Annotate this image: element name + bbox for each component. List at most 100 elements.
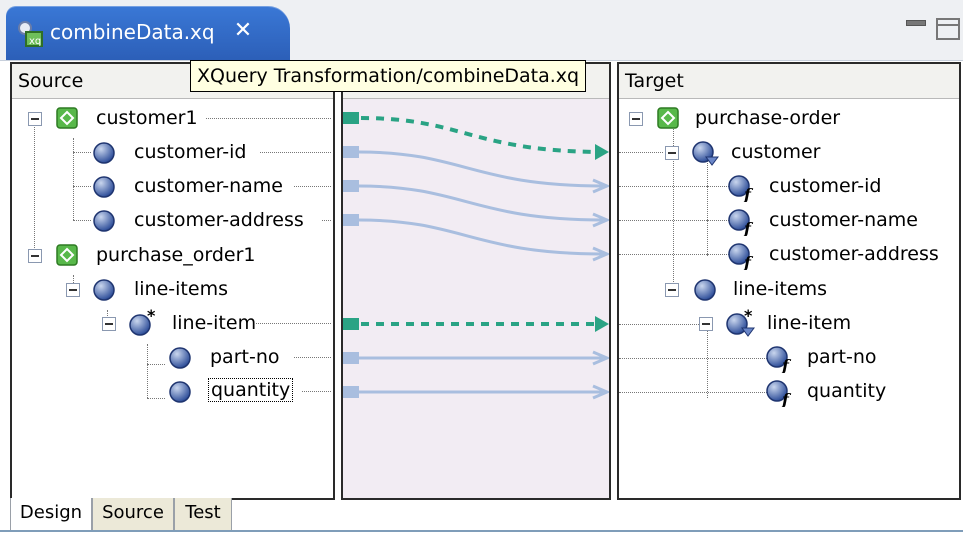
filtered-element-icon [692, 141, 719, 166]
element-icon [56, 244, 78, 266]
source-node-line-item[interactable]: * line-item [12, 309, 332, 339]
link-anchor-icon [343, 180, 359, 192]
link-anchor-icon [343, 146, 359, 158]
collapse-toggle-icon[interactable] [28, 112, 42, 126]
target-node-label: line-item [767, 312, 852, 334]
bottom-border [0, 530, 963, 532]
target-tree: purchase-order customer f customer-id f … [619, 100, 959, 498]
svg-text:f: f [781, 390, 792, 407]
tab-test[interactable]: Test [174, 498, 232, 531]
link-anchor-icon [343, 386, 359, 398]
arrow-icon [595, 144, 609, 160]
link-anchor-icon [343, 318, 359, 330]
target-node-purchase-order[interactable]: purchase-order [619, 104, 957, 134]
function-node-icon: f [728, 209, 754, 236]
attribute-icon [169, 381, 191, 403]
source-node-label: line-items [134, 278, 228, 300]
function-node-icon: f [766, 346, 792, 373]
source-node-label: customer-address [134, 209, 304, 231]
target-node-label: quantity [807, 380, 887, 402]
attribute-icon [93, 279, 115, 301]
attribute-icon [93, 142, 115, 164]
source-node-label: customer-name [134, 175, 283, 197]
source-node-customer-id[interactable]: customer-id [12, 138, 332, 168]
target-node-label: customer-address [769, 243, 939, 265]
attribute-icon [169, 347, 191, 369]
svg-text:*: * [744, 309, 753, 325]
svg-text:xq: xq [29, 36, 41, 47]
svg-text:f: f [743, 219, 754, 236]
editor-tab-title: combineData.xq [50, 20, 215, 44]
maximize-icon[interactable] [936, 18, 960, 40]
source-node-line-items[interactable]: line-items [12, 275, 332, 305]
target-node-customer[interactable]: customer [619, 138, 957, 168]
tab-design[interactable]: Design [10, 498, 92, 531]
tab-source[interactable]: Source [92, 498, 174, 531]
source-pane: Source customer1 customer-id customer-na… [10, 62, 335, 500]
link-anchor-icon [343, 112, 359, 124]
target-node-customer-address[interactable]: f customer-address [619, 240, 957, 270]
target-node-label: line-items [733, 278, 827, 300]
structure-link [360, 116, 606, 154]
source-tree: customer1 customer-id customer-name cust… [12, 100, 333, 498]
source-node-quantity[interactable]: quantity [12, 377, 332, 407]
repeating-filtered-element-icon: * [726, 309, 755, 337]
source-node-customer-address[interactable]: customer-address [12, 206, 332, 236]
target-node-customer-id[interactable]: f customer-id [619, 172, 957, 202]
value-link [358, 184, 604, 222]
collapse-toggle-icon[interactable] [665, 283, 679, 297]
target-node-customer-name[interactable]: f customer-name [619, 206, 957, 236]
collapse-toggle-icon[interactable] [699, 317, 713, 331]
xquery-file-icon: xq [18, 21, 43, 47]
function-node-icon: f [766, 380, 792, 407]
tab-tooltip: XQuery Transformation/combineData.xq [190, 60, 587, 92]
attribute-icon [694, 279, 716, 301]
target-node-label: customer-id [769, 175, 882, 197]
target-node-label: customer [731, 141, 821, 163]
editor-tab-combinedata[interactable]: xq combineData.xq ✕ [6, 6, 290, 60]
collapse-toggle-icon[interactable] [665, 146, 679, 160]
svg-text:f: f [781, 356, 792, 373]
target-node-line-item[interactable]: * line-item [619, 309, 957, 339]
element-icon [56, 107, 78, 129]
target-header-label: Target [625, 70, 684, 92]
target-node-label: purchase-order [695, 107, 841, 129]
target-pane: Target purchase-order customer f custome… [617, 62, 961, 500]
repeating-element-icon: * [129, 309, 156, 336]
target-node-label: customer-name [769, 209, 918, 231]
source-node-label: purchase_order1 [96, 244, 256, 266]
collapse-toggle-icon[interactable] [66, 283, 80, 297]
target-node-line-items[interactable]: line-items [619, 275, 957, 305]
attribute-icon [93, 176, 115, 198]
editor-tab-strip: xq combineData.xq ✕ [0, 0, 963, 61]
function-node-icon: f [728, 175, 754, 202]
source-node-label: part-no [210, 346, 280, 368]
minimize-icon[interactable] [906, 20, 926, 26]
close-icon[interactable]: ✕ [230, 18, 256, 44]
source-node-customer-name[interactable]: customer-name [12, 172, 332, 202]
source-node-label: line-item [172, 312, 257, 334]
source-header-label: Source [18, 70, 84, 92]
value-link [358, 150, 604, 188]
svg-text:f: f [743, 185, 754, 202]
mapping-pane [341, 62, 611, 500]
link-anchor-icon [343, 214, 359, 226]
target-node-quantity[interactable]: f quantity [619, 377, 957, 407]
mapping-links [343, 112, 609, 400]
target-node-part-no[interactable]: f part-no [619, 343, 957, 373]
source-node-customer1[interactable]: customer1 [12, 104, 332, 134]
target-node-label: part-no [807, 346, 877, 368]
link-anchor-icon [343, 352, 359, 364]
target-header: Target [619, 64, 959, 99]
source-node-purchase-order1[interactable]: purchase_order1 [12, 241, 332, 271]
element-icon [657, 107, 679, 129]
source-node-part-no[interactable]: part-no [12, 343, 332, 373]
source-node-label: customer-id [134, 141, 247, 163]
collapse-toggle-icon[interactable] [28, 249, 42, 263]
collapse-toggle-icon[interactable] [102, 317, 116, 331]
svg-text:*: * [147, 309, 156, 325]
collapse-toggle-icon[interactable] [629, 112, 643, 126]
source-node-label: customer1 [96, 107, 198, 129]
attribute-icon [93, 210, 115, 232]
value-link [358, 218, 604, 256]
